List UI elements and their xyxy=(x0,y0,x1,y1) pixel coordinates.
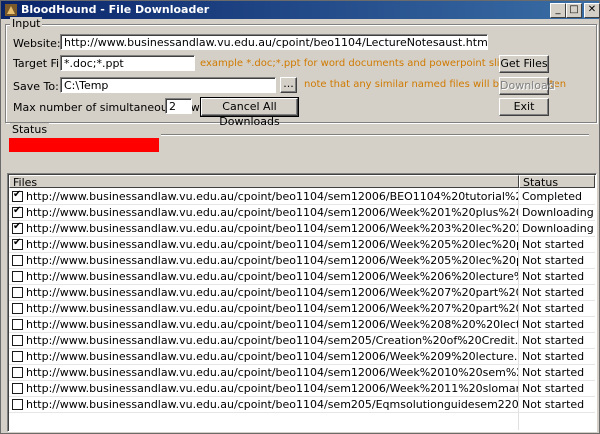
file-url-cell: http://www.businessandlaw.vu.edu.au/cpoi… xyxy=(26,238,518,251)
file-list[interactable]: Files Status http://www.businessandlaw.v… xyxy=(7,173,597,432)
website-input[interactable]: http://www.businessandlaw.vu.edu.au/cpoi… xyxy=(60,34,488,50)
row-checkbox[interactable] xyxy=(12,383,23,394)
table-row[interactable]: http://www.businessandlaw.vu.edu.au/cpoi… xyxy=(9,253,595,269)
file-status-cell: Not started xyxy=(522,302,585,315)
file-url-cell: http://www.businessandlaw.vu.edu.au/cpoi… xyxy=(26,318,518,331)
file-status-cell: Downloading xyxy=(522,206,594,219)
file-url-cell: http://www.businessandlaw.vu.edu.au/cpoi… xyxy=(26,382,518,395)
table-row[interactable]: http://www.businessandlaw.vu.edu.au/cpoi… xyxy=(9,381,595,397)
file-status-cell: Not started xyxy=(522,350,585,363)
window-title: BloodHound - File Downloader xyxy=(21,3,210,16)
file-status-cell: Not started xyxy=(522,398,585,411)
file-status-cell: Not started xyxy=(522,318,585,331)
website-label: Website: xyxy=(13,37,61,50)
table-row[interactable]: http://www.businessandlaw.vu.edu.au/cpoi… xyxy=(9,221,595,237)
browse-button[interactable]: ... xyxy=(280,77,297,93)
file-url-cell: http://www.businessandlaw.vu.edu.au/cpoi… xyxy=(26,350,518,363)
file-status-cell: Not started xyxy=(522,270,585,283)
cancel-all-downloads-button[interactable]: Cancel All Downloads xyxy=(200,97,299,128)
get-files-button[interactable]: Get Files xyxy=(499,55,549,73)
status-legend: Status xyxy=(10,123,50,136)
row-checkbox[interactable] xyxy=(12,271,23,282)
table-row[interactable]: http://www.businessandlaw.vu.edu.au/cpoi… xyxy=(9,365,595,381)
save-to-input[interactable]: C:\Temp xyxy=(60,77,276,93)
save-to-label: Save To: xyxy=(13,80,59,93)
status-column-header[interactable]: Status xyxy=(519,175,595,189)
table-row[interactable]: http://www.businessandlaw.vu.edu.au/cpoi… xyxy=(9,189,595,205)
file-status-cell: Not started xyxy=(522,366,585,379)
file-url-cell: http://www.businessandlaw.vu.edu.au/cpoi… xyxy=(26,286,518,299)
file-url-cell: http://www.businessandlaw.vu.edu.au/cpoi… xyxy=(26,190,518,203)
row-checkbox[interactable] xyxy=(12,399,23,410)
table-row[interactable]: http://www.businessandlaw.vu.edu.au/cpoi… xyxy=(9,317,595,333)
table-row[interactable]: http://www.businessandlaw.vu.edu.au/cpoi… xyxy=(9,269,595,285)
row-checkbox[interactable] xyxy=(12,237,23,250)
table-row[interactable]: http://www.businessandlaw.vu.edu.au/cpoi… xyxy=(9,397,595,413)
file-url-cell: http://www.businessandlaw.vu.edu.au/cpoi… xyxy=(26,270,518,283)
row-checkbox[interactable] xyxy=(12,319,23,330)
file-status-cell: Downloading xyxy=(522,222,594,235)
row-checkbox[interactable] xyxy=(12,205,23,218)
row-checkbox[interactable] xyxy=(12,287,23,298)
files-column-header[interactable]: Files xyxy=(9,175,519,189)
file-url-cell: http://www.businessandlaw.vu.edu.au/cpoi… xyxy=(26,206,518,219)
file-url-cell: http://www.businessandlaw.vu.edu.au/cpoi… xyxy=(26,254,518,267)
file-status-cell: Not started xyxy=(522,382,585,395)
row-checkbox[interactable] xyxy=(12,303,23,314)
row-checkbox[interactable] xyxy=(12,367,23,378)
max-downloads-input[interactable]: 2 xyxy=(165,98,192,114)
status-separator xyxy=(161,134,589,136)
download-button[interactable]: Download xyxy=(499,77,555,95)
close-button[interactable]: ✕ xyxy=(584,3,600,18)
app-icon xyxy=(5,4,17,16)
table-row[interactable]: http://www.businessandlaw.vu.edu.au/cpoi… xyxy=(9,285,595,301)
file-url-cell: http://www.businessandlaw.vu.edu.au/cpoi… xyxy=(26,398,518,411)
title-bar[interactable]: BloodHound - File Downloader _ □ ✕ xyxy=(1,1,600,19)
row-checkbox[interactable] xyxy=(12,351,23,362)
file-status-cell: Not started xyxy=(522,334,585,347)
file-url-cell: http://www.businessandlaw.vu.edu.au/cpoi… xyxy=(26,334,518,347)
target-filter-hint: example *.doc;*.ppt for word documents a… xyxy=(200,58,518,69)
file-url-cell: http://www.businessandlaw.vu.edu.au/cpoi… xyxy=(26,222,518,235)
table-row[interactable]: http://www.businessandlaw.vu.edu.au/cpoi… xyxy=(9,349,595,365)
file-url-cell: http://www.businessandlaw.vu.edu.au/cpoi… xyxy=(26,366,518,379)
target-filter-input[interactable]: *.doc;*.ppt xyxy=(60,55,195,71)
exit-button[interactable]: Exit xyxy=(499,98,549,116)
list-header: Files Status xyxy=(9,175,595,189)
file-url-cell: http://www.businessandlaw.vu.edu.au/cpoi… xyxy=(26,302,518,315)
minimize-button[interactable]: _ xyxy=(550,3,566,18)
table-row[interactable]: http://www.businessandlaw.vu.edu.au/cpoi… xyxy=(9,301,595,317)
input-legend: Input xyxy=(10,17,43,30)
file-status-cell: Completed xyxy=(522,190,582,203)
file-status-cell: Not started xyxy=(522,238,585,251)
row-checkbox[interactable] xyxy=(12,221,23,234)
row-checkbox[interactable] xyxy=(12,255,23,266)
file-status-cell: Not started xyxy=(522,254,585,267)
progress-bar xyxy=(9,138,159,152)
file-rows: http://www.businessandlaw.vu.edu.au/cpoi… xyxy=(9,189,595,413)
file-status-cell: Not started xyxy=(522,286,585,299)
table-row[interactable]: http://www.businessandlaw.vu.edu.au/cpoi… xyxy=(9,237,595,253)
app-window: BloodHound - File Downloader _ □ ✕ Input… xyxy=(0,0,600,434)
table-row[interactable]: http://www.businessandlaw.vu.edu.au/cpoi… xyxy=(9,205,595,221)
maximize-button[interactable]: □ xyxy=(566,3,582,18)
row-checkbox[interactable] xyxy=(12,189,23,202)
row-checkbox[interactable] xyxy=(12,335,23,346)
table-row[interactable]: http://www.businessandlaw.vu.edu.au/cpoi… xyxy=(9,333,595,349)
